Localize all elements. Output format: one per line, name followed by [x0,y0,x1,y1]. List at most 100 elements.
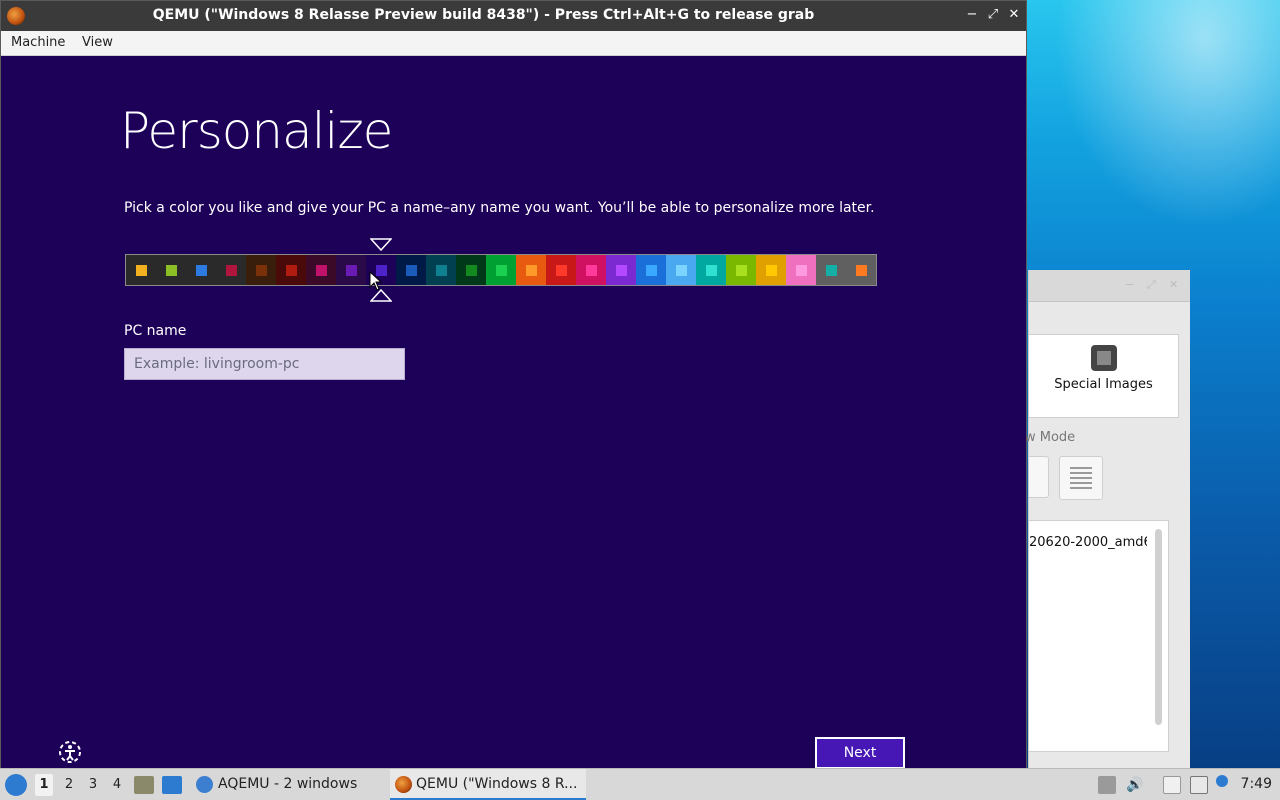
color-swatch[interactable] [636,255,666,285]
color-swatch[interactable] [156,255,186,285]
color-swatch-square [585,264,597,276]
color-swatch[interactable] [846,255,876,285]
volume-icon[interactable]: 🔊 [1126,776,1144,794]
task-qemu[interactable]: QEMU ("Windows 8 R... [390,769,586,800]
workspace-3[interactable]: 3 [84,777,102,792]
color-swatch[interactable] [186,255,216,285]
color-swatch-square [675,264,687,276]
color-swatch-square [495,264,507,276]
color-swatch[interactable] [816,255,846,285]
minimize-icon[interactable]: − [1125,278,1137,291]
next-button[interactable]: Next [815,737,905,769]
color-swatch[interactable] [396,255,426,285]
background-window-titlebar[interactable]: − ⤢ ✕ [1029,270,1190,302]
color-swatch-square [795,264,807,276]
color-swatch[interactable] [276,255,306,285]
color-swatch[interactable] [546,255,576,285]
image-list[interactable]: 20620-2000_amd6 [1029,520,1169,752]
color-swatch-square [225,264,237,276]
qemu-window[interactable]: QEMU ("Windows 8 Relasse Preview build 8… [0,0,1027,769]
minimize-icon[interactable]: − [963,6,981,24]
color-swatch[interactable] [606,255,636,285]
color-swatch[interactable] [486,255,516,285]
chip-icon [1090,345,1117,371]
list-view-button[interactable] [1059,456,1103,500]
color-swatch[interactable] [726,255,756,285]
workspace-4[interactable]: 4 [108,777,126,792]
color-swatch-square [315,264,327,276]
color-swatch[interactable] [516,255,546,285]
special-images-label: Special Images [1054,377,1153,392]
network-icon[interactable] [1190,776,1208,794]
color-swatch-square [345,264,357,276]
maximize-icon[interactable]: ⤢ [1147,278,1159,291]
color-swatch[interactable] [756,255,786,285]
color-swatch[interactable] [246,255,276,285]
task-label: AQEMU - 2 windows [218,776,358,792]
notification-icon[interactable] [1216,775,1228,787]
color-swatch[interactable] [456,255,486,285]
task-aqemu[interactable]: AQEMU - 2 windows [192,769,384,800]
special-images-card[interactable]: Special Images [1029,334,1179,418]
storage-icon[interactable] [1098,776,1116,794]
clipboard-icon[interactable] [1163,776,1181,794]
menu-machine[interactable]: Machine [11,35,65,50]
background-window[interactable]: − ⤢ ✕ Special Images w Mode 20620-2000_a… [1025,270,1190,768]
color-swatch[interactable] [786,255,816,285]
color-picker[interactable] [125,254,877,286]
slider-handle-top-icon[interactable] [370,238,392,252]
task-label: QEMU ("Windows 8 R... [416,776,578,792]
color-swatch[interactable] [126,255,156,285]
color-swatch-square [525,264,537,276]
color-swatch-square [255,264,267,276]
color-swatch-square [855,264,867,276]
windows-setup-screen: Personalize Pick a color you like and gi… [1,56,1026,769]
clock: 7:49 [1240,776,1272,792]
icon-view-button[interactable] [1029,456,1049,498]
workspace-1[interactable]: 1 [35,774,53,796]
mouse-cursor-icon [369,271,383,291]
close-icon[interactable]: ✕ [1005,6,1023,24]
start-menu-icon[interactable] [5,774,27,796]
pc-name-label: PC name [124,323,187,339]
window-title: QEMU ("Windows 8 Relasse Preview build 8… [152,7,815,23]
list-item[interactable]: 20620-2000_amd6 [1029,521,1147,550]
menu-view[interactable]: View [82,35,113,50]
color-swatch-square [645,264,657,276]
maximize-icon[interactable]: ⤢ [984,6,1002,24]
view-mode-label: w Mode [1025,430,1076,445]
show-desktop-icon[interactable] [162,776,182,794]
color-swatch[interactable] [666,255,696,285]
color-swatch[interactable] [426,255,456,285]
color-swatch-square [555,264,567,276]
list-scrollbar[interactable] [1155,529,1162,725]
qemu-titlebar[interactable]: QEMU ("Windows 8 Relasse Preview build 8… [1,1,1026,31]
color-swatch[interactable] [576,255,606,285]
color-swatch[interactable] [306,255,336,285]
page-title: Personalize [120,102,393,160]
color-swatch-square [465,264,477,276]
color-swatch-square [705,264,717,276]
color-swatch-square [765,264,777,276]
color-swatch-square [435,264,447,276]
color-swatch-square [405,264,417,276]
qemu-logo-icon [395,776,412,793]
color-swatch-square [195,264,207,276]
color-swatch-square [165,264,177,276]
pc-name-input[interactable] [124,348,405,380]
taskbar: 1 2 3 4 AQEMU - 2 windows QEMU ("Windows… [0,768,1280,800]
intro-text: Pick a color you like and give your PC a… [124,200,875,216]
color-swatch[interactable] [216,255,246,285]
color-swatch-square [285,264,297,276]
color-swatch[interactable] [696,255,726,285]
ease-of-access-icon[interactable] [57,739,83,765]
menubar: Machine View [1,31,1026,56]
color-swatch[interactable] [336,255,366,285]
color-swatch-square [735,264,747,276]
workspace-2[interactable]: 2 [60,777,78,792]
color-swatch-square [825,264,837,276]
close-icon[interactable]: ✕ [1169,278,1181,291]
globe-icon [196,776,213,793]
file-manager-icon[interactable] [134,776,154,794]
color-swatch-square [135,264,147,276]
